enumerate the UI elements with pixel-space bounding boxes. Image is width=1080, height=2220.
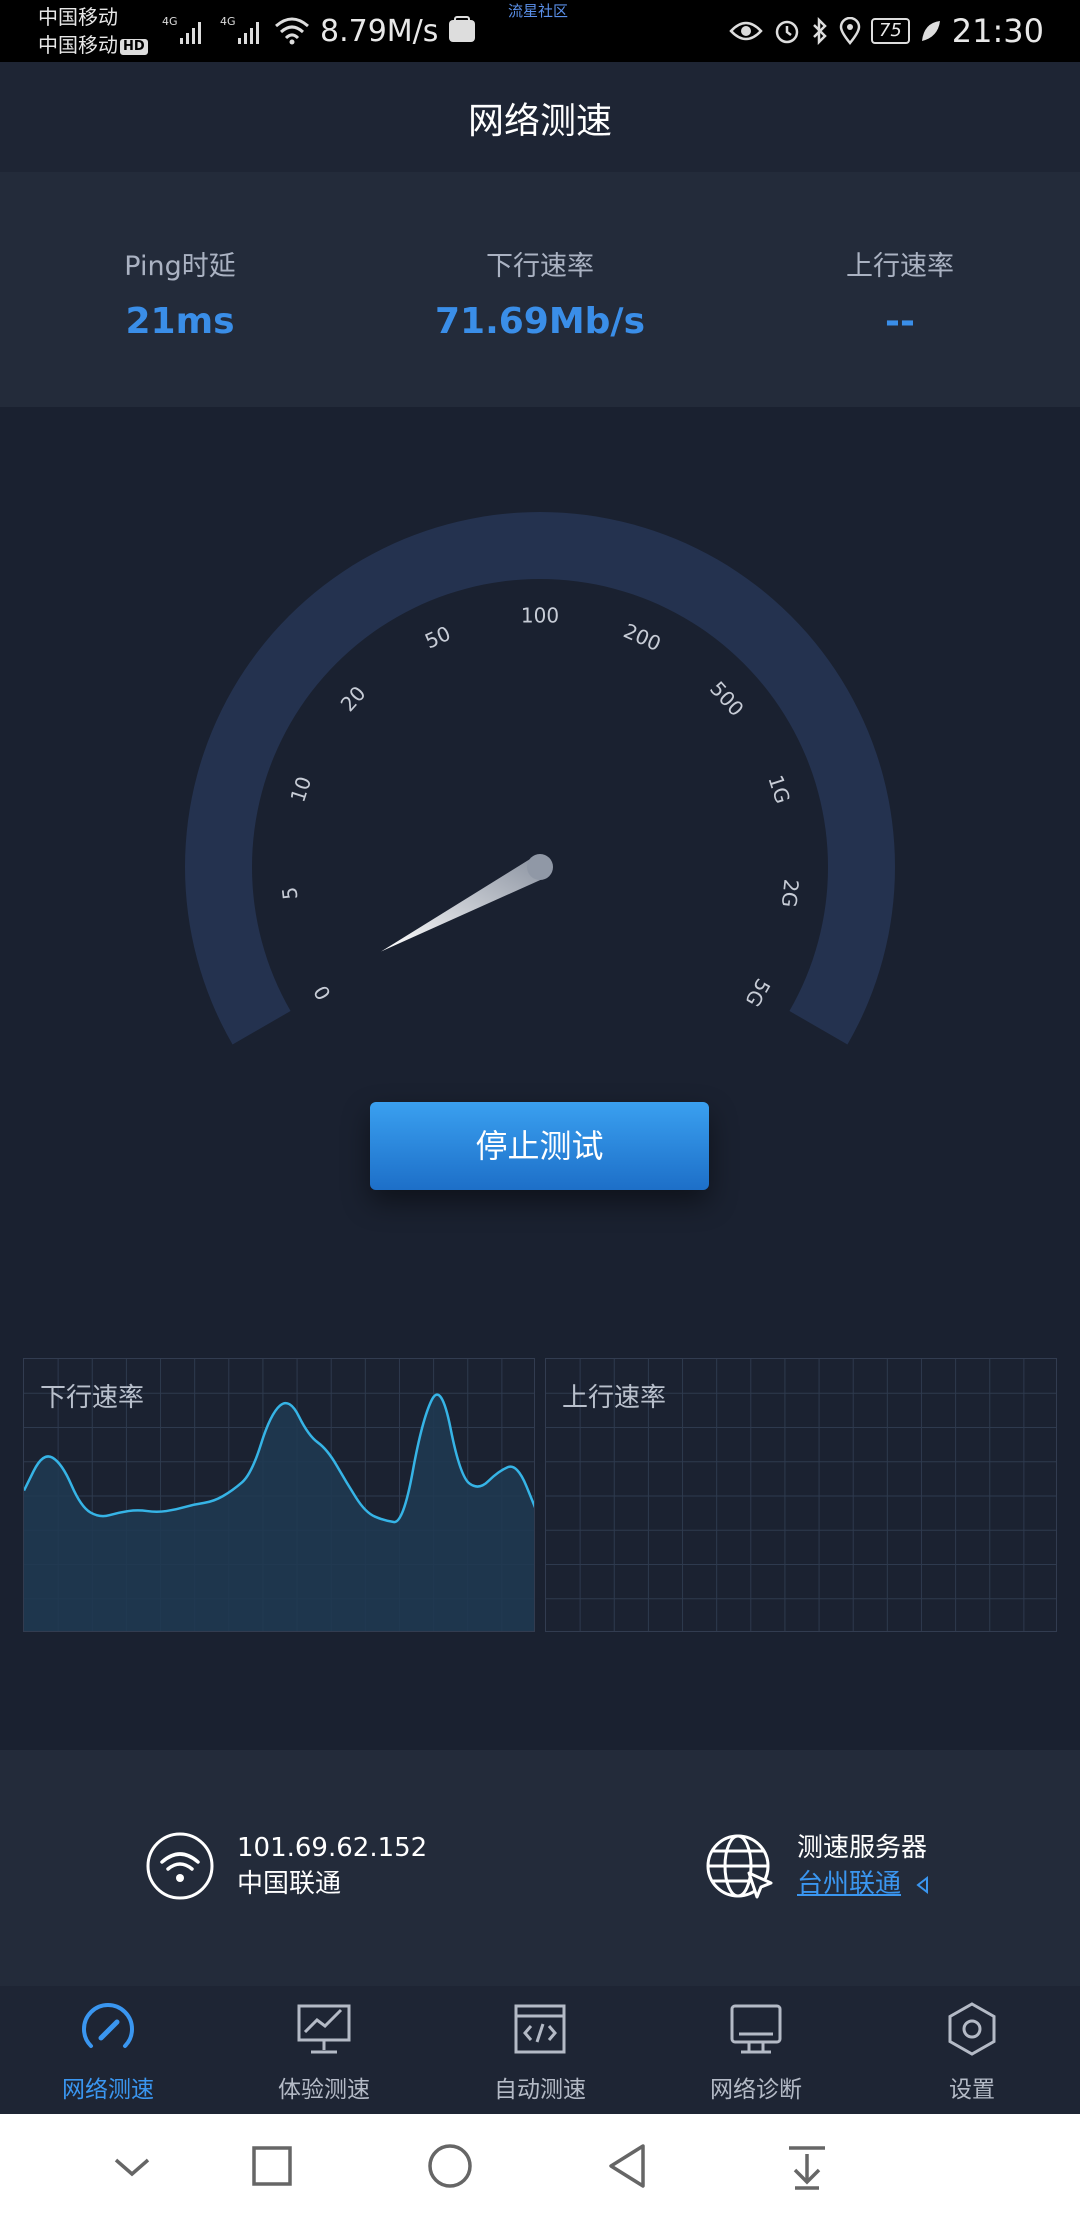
server-title: 测速服务器	[797, 1833, 928, 1863]
metric-ping-value: 21ms	[125, 301, 235, 342]
code-window-icon	[514, 2004, 566, 2054]
gauge-needle	[381, 854, 553, 952]
download-chart-area	[24, 1394, 534, 1631]
nav-item-settings[interactable]: 设置	[864, 1986, 1080, 2114]
signal-icon-2: 4G	[220, 15, 259, 44]
nav-item-experience-test[interactable]: 体验测速	[216, 1986, 432, 2114]
leaf-icon	[921, 21, 940, 41]
caret-left-icon[interactable]	[915, 1875, 931, 1895]
signal-icon-1: 4G	[162, 15, 201, 44]
app-header: 网络测速	[0, 62, 1080, 172]
gauge-tick-label: 5G	[740, 975, 775, 1011]
monitor-icon	[730, 2004, 782, 2054]
nav-item-speed-test[interactable]: 网络测速	[0, 1986, 216, 2114]
upload-chart-label: 上行速率	[562, 1383, 667, 1413]
metric-download-label: 下行速率	[486, 251, 594, 282]
ip-info: 101.69.62.152 中国联通	[145, 1830, 427, 1902]
connection-info: 101.69.62.152 中国联通 测速服务器 台州联通	[0, 1750, 1080, 1986]
gauge-tick-label: 200	[620, 619, 665, 656]
metrics-panel: Ping时延 21ms 下行速率 71.69Mb/s 上行速率 --	[0, 172, 1080, 407]
metric-ping: Ping时延 21ms	[0, 172, 360, 407]
home-icon[interactable]	[425, 2142, 475, 2192]
nav-label-settings: 设置	[949, 2077, 995, 2103]
bottom-nav: 网络测速 体验测速 自动测速 网络诊断 设置	[0, 1986, 1080, 2114]
system-nav-bar	[0, 2114, 1080, 2220]
page-title: 网络测速	[467, 101, 612, 142]
stop-test-button[interactable]: 停止测试	[370, 1102, 709, 1190]
speed-gauge: 0 5 10 20 50 100 200 500 1G 2G 5G	[184, 511, 895, 1045]
gauge-tick-label: 1G	[763, 772, 795, 806]
carrier-2: 中国移动 HD	[38, 33, 148, 57]
server-select[interactable]: 台州联通	[797, 1866, 931, 1902]
clock: 21:30	[951, 12, 1044, 50]
server-info: 测速服务器 台州联通	[705, 1830, 931, 1902]
community-label: 流星社区	[508, 2, 569, 20]
globe-cursor-icon	[706, 1834, 773, 1899]
nav-label-experience-test: 体验测速	[278, 2077, 370, 2103]
eye-icon	[729, 21, 763, 41]
nav-label-diagnosis: 网络诊断	[710, 2077, 802, 2103]
location-icon	[839, 17, 861, 45]
notification-pull-icon[interactable]	[785, 2142, 829, 2192]
server-name[interactable]: 台州联通	[797, 1869, 901, 1899]
alarm-icon	[775, 20, 799, 44]
download-chart-label: 下行速率	[40, 1383, 145, 1413]
battery-indicator: 75	[870, 18, 910, 44]
status-bar: 中国移动 中国移动 HD 4G 4G 8.79M/s 流星社区 75 21:30	[0, 0, 1080, 62]
download-chart: 下行速率	[23, 1358, 535, 1632]
bluetooth-icon	[812, 17, 827, 45]
gauge-tick-label: 50	[421, 621, 454, 653]
gauge-tick-label: 20	[336, 681, 371, 716]
hd-badge: HD	[120, 38, 148, 55]
ip-address: 101.69.62.152	[237, 1833, 428, 1863]
gauge-tick-label: 500	[705, 676, 748, 720]
gauge-tick-label: 0	[309, 981, 336, 1004]
wifi-icon	[275, 17, 309, 45]
metric-upload: 上行速率 --	[720, 172, 1080, 407]
gauge-tick-label: 5	[277, 886, 302, 901]
chevron-down-icon[interactable]	[110, 2142, 154, 2192]
metric-download-value: 71.69Mb/s	[434, 301, 646, 342]
huawei-app-icon	[449, 16, 475, 42]
nav-label-speed-test: 网络测速	[62, 2077, 154, 2103]
nav-item-auto-test[interactable]: 自动测速	[432, 1986, 648, 2114]
wifi-circle-icon	[146, 1832, 214, 1900]
metric-ping-label: Ping时延	[124, 251, 236, 282]
upload-chart: 上行速率	[545, 1358, 1057, 1632]
carrier-1: 中国移动	[38, 5, 118, 29]
chart-monitor-icon	[297, 2004, 351, 2054]
isp-name: 中国联通	[237, 1869, 342, 1899]
nav-item-diagnosis[interactable]: 网络诊断	[648, 1986, 864, 2114]
settings-hexagon-icon	[948, 2002, 996, 2056]
metric-download: 下行速率 71.69Mb/s	[360, 172, 720, 407]
svg-text:4G: 4G	[162, 15, 178, 28]
gauge-tick-label: 100	[521, 604, 559, 628]
net-speed: 8.79M/s	[320, 14, 439, 49]
back-icon[interactable]	[605, 2142, 649, 2192]
metric-upload-label: 上行速率	[846, 251, 954, 282]
recent-apps-icon[interactable]	[250, 2142, 294, 2192]
speedometer-icon	[82, 2003, 134, 2048]
gauge-tick-label: 2G	[777, 878, 804, 909]
metric-upload-value: --	[885, 301, 915, 342]
svg-text:4G: 4G	[220, 15, 236, 28]
nav-label-auto-test: 自动测速	[494, 2077, 586, 2103]
gauge-tick-label: 10	[285, 773, 316, 805]
